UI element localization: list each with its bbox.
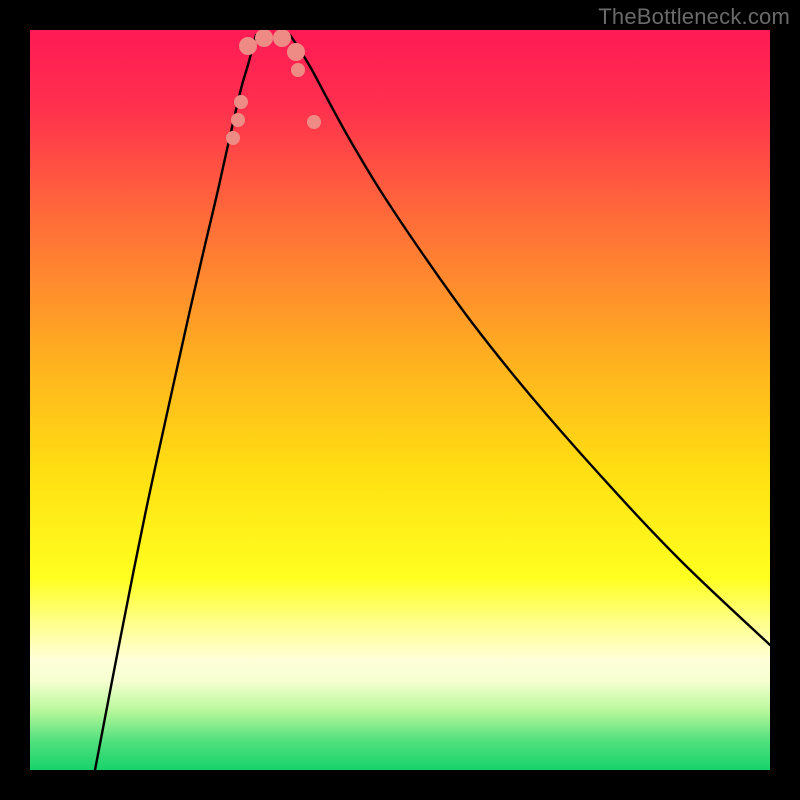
chart-background bbox=[30, 30, 770, 770]
data-point-0 bbox=[226, 131, 240, 145]
watermark-text: TheBottleneck.com bbox=[598, 4, 790, 30]
data-point-1 bbox=[231, 113, 245, 127]
data-point-6 bbox=[287, 43, 305, 61]
data-point-3 bbox=[239, 37, 257, 55]
data-point-7 bbox=[291, 63, 305, 77]
bottleneck-chart bbox=[30, 30, 770, 770]
chart-frame bbox=[30, 30, 770, 770]
data-point-2 bbox=[234, 95, 248, 109]
data-point-8 bbox=[307, 115, 321, 129]
